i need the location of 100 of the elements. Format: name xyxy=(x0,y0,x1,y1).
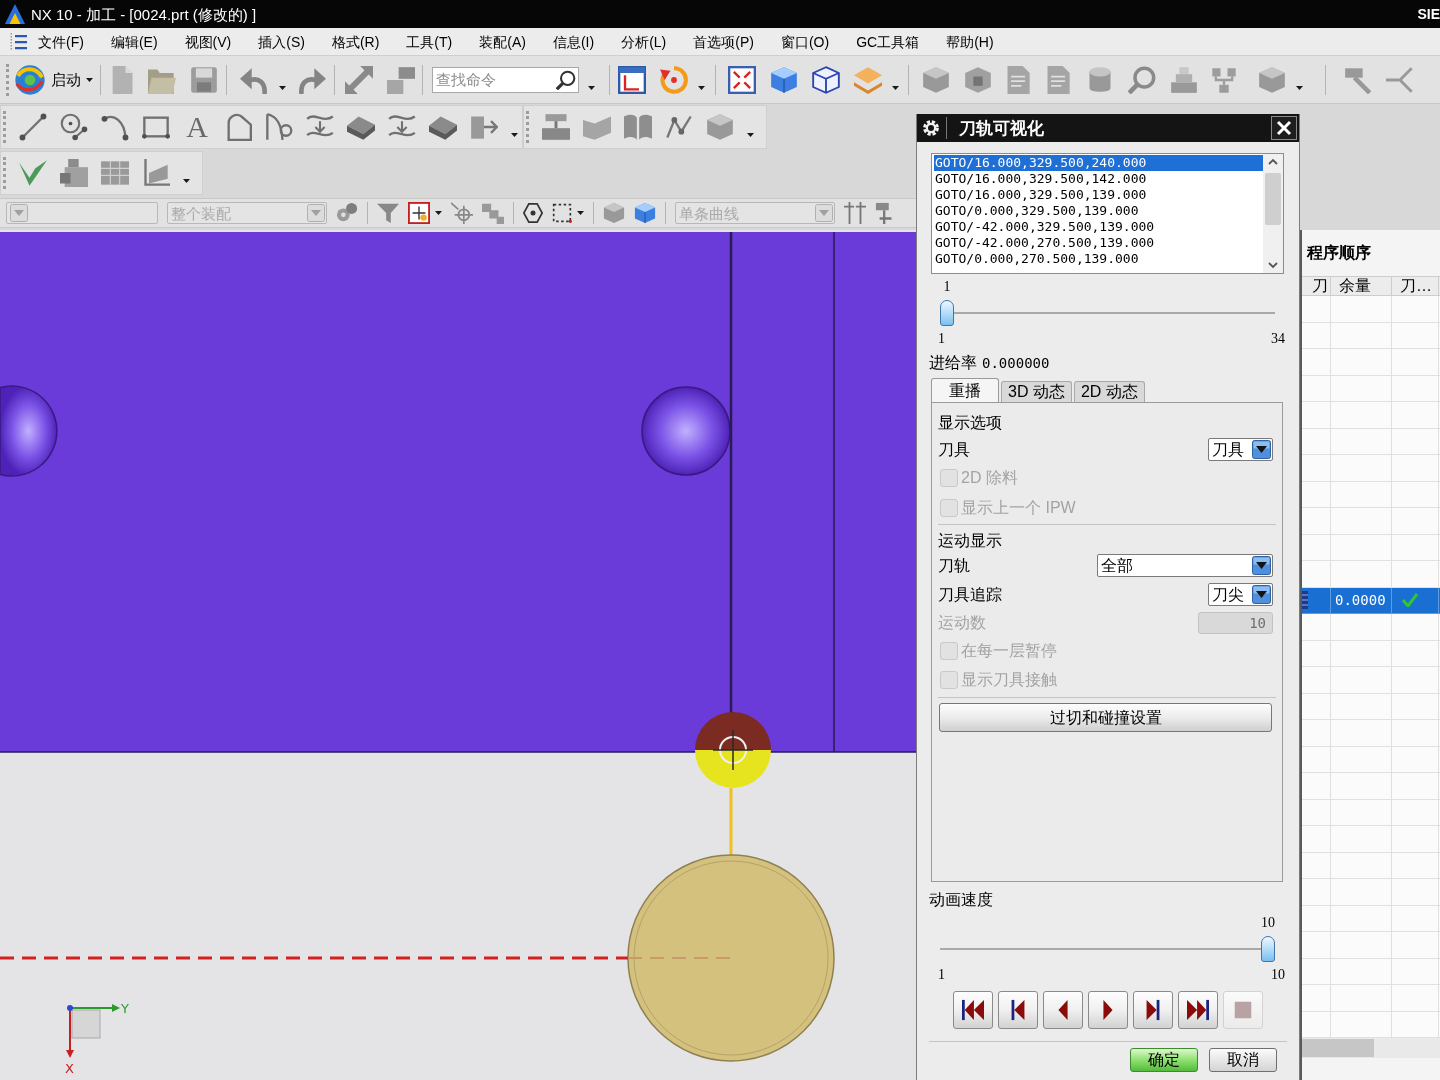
curve-loop-icon[interactable] xyxy=(265,113,293,141)
menu-item[interactable]: GC工具箱 xyxy=(856,31,920,52)
magnifier-icon[interactable] xyxy=(1128,65,1156,94)
arc-icon[interactable] xyxy=(101,113,129,141)
axes-plane-icon[interactable] xyxy=(142,159,170,187)
shaded-cube-icon[interactable] xyxy=(770,65,798,94)
crosshair-icon[interactable] xyxy=(451,202,473,224)
list-scrollbar[interactable] xyxy=(1263,154,1283,273)
playback-button[interactable] xyxy=(953,991,993,1029)
check-mark-icon[interactable] xyxy=(19,159,47,187)
skip-to-end-icon[interactable] xyxy=(1187,999,1209,1021)
caret-icon[interactable] xyxy=(435,211,442,215)
close-icon[interactable] xyxy=(1276,120,1292,136)
block-icon[interactable] xyxy=(603,202,625,224)
close-button[interactable] xyxy=(1271,116,1297,140)
tool-dropdown[interactable]: 刀具 xyxy=(1208,438,1273,461)
tab[interactable]: 2D 动态 xyxy=(1073,381,1145,402)
skip-to-start-icon[interactable] xyxy=(962,999,984,1021)
rounded-shape-icon[interactable] xyxy=(224,113,252,141)
caret-icon[interactable] xyxy=(1296,85,1303,90)
scroll-up-icon[interactable] xyxy=(1268,158,1278,165)
menu-item[interactable]: 信息(I) xyxy=(552,31,595,52)
menu-item[interactable]: 帮助(H) xyxy=(946,31,994,52)
tab[interactable]: 重播 xyxy=(931,378,999,402)
block-icon[interactable] xyxy=(1258,65,1286,94)
book-icon[interactable] xyxy=(624,113,652,141)
rotate-icon[interactable] xyxy=(660,65,688,94)
gear-icon[interactable] xyxy=(922,119,940,137)
menu-item[interactable]: 首选项(P) xyxy=(693,31,754,52)
table-row[interactable]: 0.0000 xyxy=(1302,587,1440,614)
step-icon[interactable] xyxy=(482,202,504,224)
stack-icon[interactable] xyxy=(1170,65,1198,94)
menu-item[interactable]: 工具(T) xyxy=(406,31,453,52)
menu-item[interactable]: 分析(L) xyxy=(621,31,667,52)
column-header[interactable]: 刀… xyxy=(1392,277,1439,295)
search-field[interactable]: 查找命令 xyxy=(432,66,579,93)
caret-icon[interactable] xyxy=(577,211,584,215)
hierarchy-icon[interactable] xyxy=(1210,65,1238,94)
shaded-cube-icon[interactable] xyxy=(634,202,656,224)
menu-item[interactable]: 编辑(E) xyxy=(110,31,158,52)
hammer-icon[interactable] xyxy=(1344,65,1372,94)
diagonal-arrows-icon[interactable] xyxy=(345,65,373,94)
slider-track[interactable] xyxy=(940,300,1275,326)
squares-icon[interactable] xyxy=(387,65,415,94)
scroll-down-icon[interactable] xyxy=(1268,262,1278,269)
grid-table-icon[interactable] xyxy=(101,159,129,187)
circle-icon[interactable] xyxy=(60,113,88,141)
axes-window-icon[interactable] xyxy=(618,65,646,94)
menu-item[interactable]: 插入(S) xyxy=(258,31,305,52)
menu-icon[interactable] xyxy=(8,32,28,51)
horizontal-scrollbar[interactable] xyxy=(1302,1038,1440,1058)
snap-point-icon[interactable] xyxy=(408,202,430,224)
split-arrow-icon[interactable] xyxy=(1386,65,1414,94)
slider-track[interactable] xyxy=(940,936,1275,962)
block-icon[interactable] xyxy=(922,65,950,94)
globe-logo-icon[interactable] xyxy=(14,63,46,96)
text-tool-button[interactable]: A xyxy=(183,113,211,141)
slider-thumb[interactable] xyxy=(1261,936,1275,962)
funnel-icon[interactable] xyxy=(377,202,399,224)
filter-dropdown[interactable] xyxy=(6,202,158,224)
redo-icon[interactable] xyxy=(298,65,326,94)
list-item[interactable]: GOTO/16.000,329.500,240.000 xyxy=(934,155,1263,171)
menu-item[interactable]: 格式(R) xyxy=(331,31,380,52)
playback-button[interactable] xyxy=(1178,991,1218,1029)
toolpath-dropdown[interactable]: 全部 xyxy=(1097,554,1273,577)
list-item[interactable]: GOTO/-42.000,329.500,139.000 xyxy=(934,219,1263,235)
caret-icon[interactable] xyxy=(86,77,93,82)
gouge-settings-button[interactable]: 过切和碰撞设置 xyxy=(939,703,1272,732)
layers-icon[interactable] xyxy=(854,65,882,94)
playback-button[interactable] xyxy=(1043,991,1083,1029)
caret-icon[interactable] xyxy=(183,179,190,183)
playback-button[interactable] xyxy=(1088,991,1128,1029)
wireframe-cube-icon[interactable] xyxy=(812,65,840,94)
scrollbar-thumb[interactable] xyxy=(1265,173,1281,225)
menu-item[interactable]: 文件(F) xyxy=(38,31,84,52)
cancel-button[interactable]: 取消 xyxy=(1209,1048,1277,1072)
menu-item[interactable]: 视图(V) xyxy=(184,31,232,52)
block-hole-icon[interactable] xyxy=(964,65,992,94)
block-icon[interactable] xyxy=(706,113,734,141)
circles-icon[interactable] xyxy=(336,202,358,224)
list-item[interactable]: GOTO/-42.000,270.500,139.000 xyxy=(934,235,1263,251)
dashed-rectangle-icon[interactable] xyxy=(552,203,572,223)
confirm-button[interactable]: 确定 xyxy=(1130,1048,1198,1072)
scrollbar-thumb[interactable] xyxy=(1302,1039,1374,1057)
line-icon[interactable] xyxy=(19,113,47,141)
list-item[interactable]: GOTO/0.000,329.500,139.000 xyxy=(934,203,1263,219)
caret-icon[interactable] xyxy=(698,85,705,90)
playback-button[interactable] xyxy=(998,991,1038,1029)
start-button[interactable]: 启动 xyxy=(14,63,93,96)
menu-item[interactable]: 窗口(O) xyxy=(780,31,830,52)
list-item[interactable]: GOTO/16.000,329.500,142.000 xyxy=(934,171,1263,187)
node-graph-icon[interactable] xyxy=(665,113,693,141)
fit-view-icon[interactable] xyxy=(728,65,756,94)
column-header[interactable]: 余量 xyxy=(1331,277,1392,295)
caret-icon[interactable] xyxy=(747,133,754,137)
menu-item[interactable]: 装配(A) xyxy=(479,31,526,52)
caret-icon[interactable] xyxy=(588,85,595,90)
parallel-lines-icon[interactable] xyxy=(844,202,866,224)
anvil-icon[interactable] xyxy=(542,113,570,141)
playback-button[interactable] xyxy=(1133,991,1173,1029)
